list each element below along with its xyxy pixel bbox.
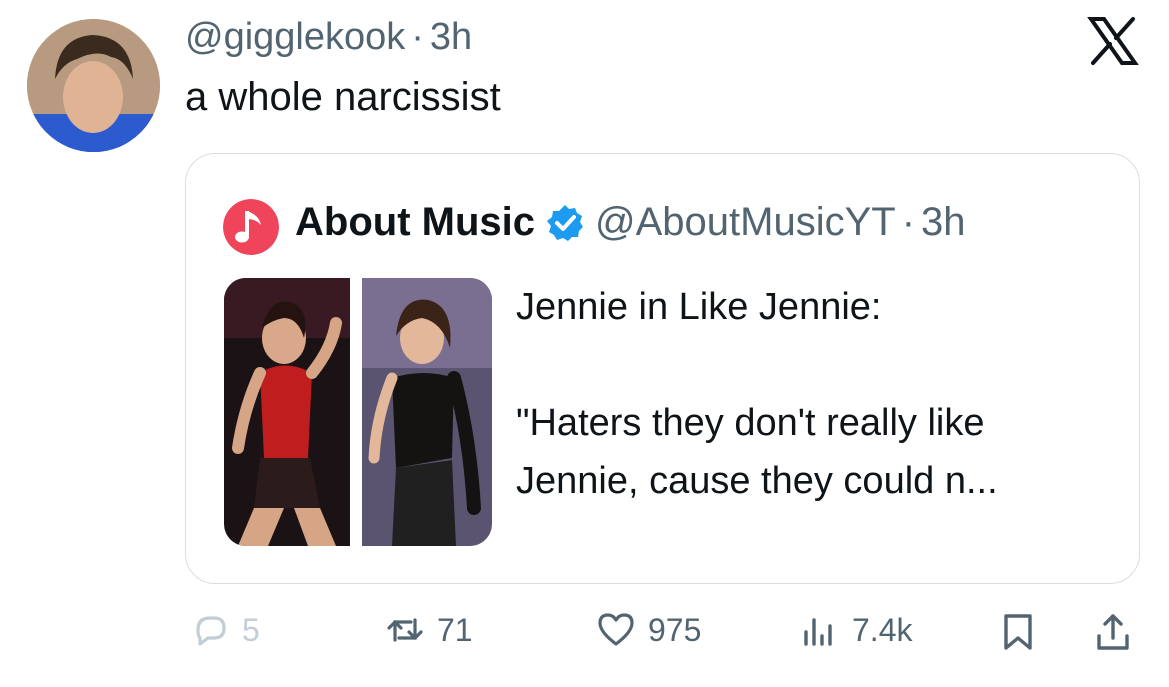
quoted-text-line: Jennie in Like Jennie:	[516, 286, 882, 328]
like-count: 975	[648, 611, 702, 648]
tweet-header: @gigglekook · 3h	[185, 16, 472, 59]
avatar-image	[27, 19, 160, 152]
views-count: 7.4k	[852, 611, 913, 648]
x-logo-icon	[1087, 17, 1139, 65]
quoted-author-avatar[interactable]	[223, 199, 279, 255]
quoted-text-line: Jennie, cause they could n...	[516, 460, 998, 502]
quoted-text-line	[516, 336, 1116, 394]
music-note-icon	[223, 199, 279, 255]
heart-icon	[598, 613, 634, 646]
tweet-time[interactable]: 3h	[430, 16, 472, 58]
quoted-media[interactable]	[224, 278, 492, 546]
quoted-author-name[interactable]: About Music	[295, 200, 535, 245]
quoted-tweet[interactable]: About Music @AboutMusicYT · 3h Jennie in…	[185, 153, 1140, 584]
views-icon	[804, 618, 832, 646]
bookmark-icon[interactable]	[998, 612, 1038, 652]
share-icon[interactable]	[1093, 612, 1133, 652]
reply-button[interactable]: 5	[190, 610, 260, 650]
reply-icon	[196, 616, 226, 646]
author-handle[interactable]: @gigglekook	[185, 16, 405, 58]
repost-icon	[387, 618, 423, 642]
quoted-text-line: "Haters they don't really like	[516, 402, 985, 444]
reply-count: 5	[242, 611, 260, 648]
like-button[interactable]: 975	[596, 610, 701, 650]
action-bar: 5 71 975 7.4k	[0, 600, 1169, 670]
tweet-text: a whole narcissist	[185, 75, 501, 119]
repost-count: 71	[437, 611, 473, 648]
quoted-author-handle[interactable]: @AboutMusicYT	[595, 200, 896, 244]
quoted-time[interactable]: 3h	[921, 200, 966, 244]
verified-badge-icon	[546, 204, 583, 241]
header-separator: ·	[411, 16, 424, 58]
quoted-header: About Music @AboutMusicYT · 3h	[295, 200, 966, 245]
quoted-separator: ·	[901, 200, 916, 244]
author-avatar[interactable]	[27, 19, 160, 152]
repost-button[interactable]: 71	[385, 610, 473, 650]
media-image	[224, 278, 492, 546]
quoted-text: Jennie in Like Jennie: "Haters they don'…	[516, 278, 1116, 510]
views-button[interactable]: 7.4k	[800, 610, 912, 650]
